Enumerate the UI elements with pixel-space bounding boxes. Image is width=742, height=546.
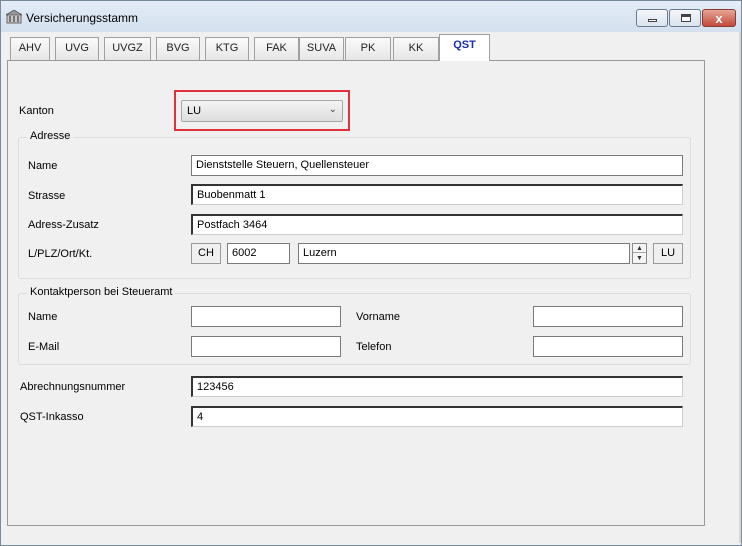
tab-uvgz[interactable]: UVGZ	[104, 37, 151, 60]
plz-label: L/PLZ/Ort/Kt.	[28, 248, 93, 260]
name-label: Name	[28, 160, 58, 172]
spin-down-icon[interactable]: ▼	[633, 254, 646, 263]
tab-bar: AHV UVG UVGZ BVG KTG FAK SUVA PK KK QST	[5, 34, 739, 61]
highlight-frame	[174, 90, 350, 131]
maximize-icon	[681, 14, 691, 22]
spin-up-icon[interactable]: ▲	[633, 244, 646, 253]
kontakt-name-label: Name	[28, 311, 58, 323]
vorname-input[interactable]	[533, 306, 683, 327]
plz-input[interactable]: 6002	[227, 243, 290, 264]
tab-suva[interactable]: SUVA	[299, 37, 344, 60]
title-bar[interactable]: Versicherungsstamm x	[1, 1, 741, 32]
abrechnungsnummer-input[interactable]: 123456	[191, 376, 683, 397]
ort-spinner[interactable]: ▲ ▼	[632, 243, 647, 264]
telefon-input[interactable]	[533, 336, 683, 357]
tab-pk[interactable]: PK	[345, 37, 391, 60]
minimize-button[interactable]	[636, 9, 668, 27]
email-input[interactable]	[191, 336, 341, 357]
qst-inkasso-input[interactable]: 4	[191, 406, 683, 427]
tab-kk[interactable]: KK	[393, 37, 439, 60]
adresse-name-input[interactable]: Dienststelle Steuern, Quellensteuer	[191, 155, 683, 176]
zusatz-label: Adress-Zusatz	[28, 219, 99, 231]
main-window: Versicherungsstamm x AHV UVG UVGZ BVG KT…	[0, 0, 742, 546]
kanton-label: Kanton	[19, 105, 54, 117]
window-title: Versicherungsstamm	[26, 11, 139, 25]
strasse-label: Strasse	[28, 190, 66, 202]
tab-bvg[interactable]: BVG	[156, 37, 200, 60]
adresse-group-title: Adresse	[27, 130, 74, 142]
kontakt-group-title: Kontaktperson bei Steueramt	[27, 286, 176, 298]
close-icon: x	[715, 11, 723, 26]
strasse-input[interactable]: Buobenmatt 1	[191, 184, 683, 205]
tab-fak[interactable]: FAK	[254, 37, 299, 60]
qst-panel: Kanton LU ⌄ Adresse Name Dienststelle St…	[7, 60, 705, 526]
email-label: E-Mail	[28, 341, 60, 353]
tab-qst[interactable]: QST	[439, 34, 490, 61]
close-button[interactable]: x	[702, 9, 736, 27]
maximize-button[interactable]	[669, 9, 701, 27]
qst-inkasso-label: QST-Inkasso	[20, 411, 84, 423]
abrechnungsnummer-label: Abrechnungsnummer	[20, 381, 126, 393]
adress-zusatz-input[interactable]: Postfach 3464	[191, 214, 683, 235]
tab-ktg[interactable]: KTG	[205, 37, 249, 60]
minimize-icon	[648, 19, 657, 22]
app-icon	[6, 10, 22, 24]
tab-ahv[interactable]: AHV	[10, 37, 50, 60]
kt-field: LU	[653, 243, 683, 264]
kontakt-name-input[interactable]	[191, 306, 341, 327]
right-edge	[739, 32, 741, 543]
ort-input[interactable]: Luzern	[298, 243, 630, 264]
vorname-label: Vorname	[356, 311, 401, 323]
land-field: CH	[191, 243, 221, 264]
telefon-label: Telefon	[356, 341, 392, 353]
tab-uvg[interactable]: UVG	[55, 37, 99, 60]
client-area: AHV UVG UVGZ BVG KTG FAK SUVA PK KK QST …	[5, 32, 739, 543]
